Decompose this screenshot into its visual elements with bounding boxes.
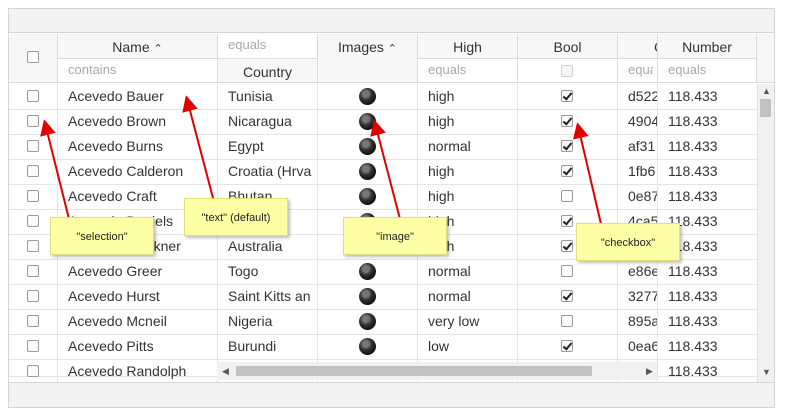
- image-arrow: [370, 119, 401, 220]
- text-arrow: [182, 95, 214, 199]
- annotation-checkbox: "checkbox": [576, 223, 680, 261]
- annotation-text: "text" (default): [184, 198, 288, 236]
- annotation-arrows: [40, 95, 602, 225]
- checkbox-arrow: [573, 122, 602, 225]
- selection-arrow: [40, 119, 70, 220]
- annotation-image: "image": [343, 217, 447, 255]
- annotation-selection: "selection": [50, 217, 154, 255]
